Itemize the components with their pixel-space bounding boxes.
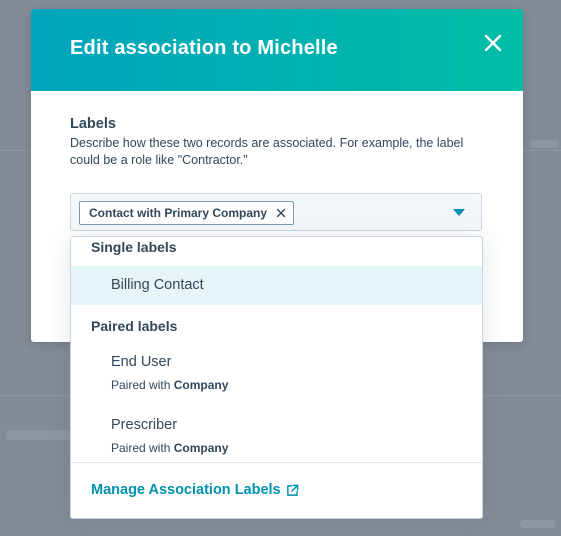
selected-label-tag: Contact with Primary Company [79, 201, 295, 225]
option-billing-contact[interactable]: Billing Contact [71, 266, 482, 305]
paired-prefix: Paired with [111, 441, 171, 455]
group-label-paired: Paired labels [91, 318, 178, 334]
external-link-icon [286, 484, 298, 496]
option-title: Billing Contact [111, 277, 204, 293]
option-title: End User [111, 354, 172, 370]
option-paired-text: Paired with Company [111, 441, 482, 455]
modal-body: Labels Describe how these two records ar… [70, 116, 490, 169]
labels-heading: Labels [70, 116, 116, 132]
paired-object: Company [173, 378, 229, 392]
group-label-single: Single labels [91, 239, 177, 255]
paired-object: Company [173, 441, 229, 455]
labels-select[interactable]: Contact with Primary Company [70, 193, 482, 231]
option-paired-text: Paired with Company [111, 378, 482, 392]
option-prescriber[interactable]: Prescriber Paired with Company [71, 417, 482, 461]
labels-dropdown-menu: Single labels Billing Contact Paired lab… [70, 236, 483, 519]
manage-association-labels-link[interactable]: Manage Association Labels [91, 482, 299, 498]
option-end-user[interactable]: End User Paired with Company [71, 354, 482, 406]
background-text [6, 430, 76, 440]
paired-prefix: Paired with [111, 378, 171, 392]
caret-down-icon[interactable] [453, 209, 465, 217]
dropdown-divider [71, 462, 482, 463]
selected-label-text: Contact with Primary Company [89, 206, 268, 220]
modal-title: Edit association to Michelle [70, 37, 338, 59]
close-icon[interactable] [481, 31, 505, 55]
background-text [520, 520, 556, 528]
option-title: Prescriber [111, 417, 178, 433]
labels-description: Describe how these two records are assoc… [70, 136, 464, 167]
remove-tag-icon[interactable] [276, 208, 286, 218]
manage-link-text: Manage Association Labels [91, 482, 281, 498]
background-text [530, 140, 558, 148]
modal-header: Edit association to Michelle [31, 9, 523, 91]
